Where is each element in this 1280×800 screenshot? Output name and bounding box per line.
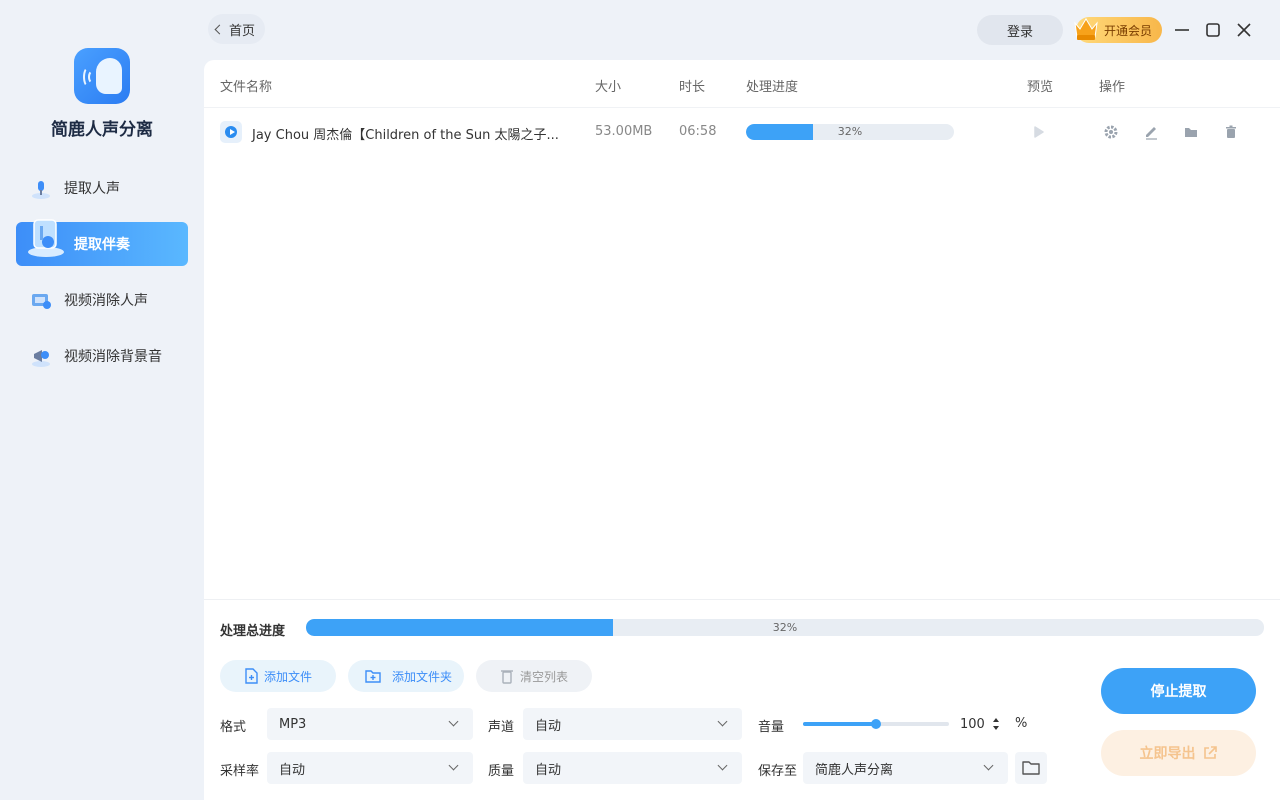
channel-value: 自动 — [535, 718, 562, 734]
table-header: 文件名称 大小 时长 处理进度 预览 操作 — [204, 60, 1280, 108]
video-vocal-remove-icon — [32, 294, 51, 309]
vip-label: 开通会员 — [1103, 23, 1152, 38]
sidebar: 简鹿人声分离 提取人声 提取伴奏 视频消除人声 视频消除背景音 — [0, 0, 204, 800]
quality-value: 自动 — [535, 762, 562, 778]
channel-label: 声道 — [488, 720, 515, 735]
samplerate-select[interactable]: 自动 — [267, 752, 473, 784]
trash-icon — [501, 670, 513, 684]
sidebar-item-extract-vocals[interactable]: 提取人声 — [16, 166, 188, 210]
home-label: 首页 — [229, 23, 256, 39]
volume-value: 100 — [960, 716, 985, 732]
app-logo-icon — [74, 48, 130, 104]
top-bar: 首页 登录 开通会员 — [204, 0, 1280, 60]
column-header-size: 大小 — [595, 80, 622, 95]
sidebar-item-label: 提取伴奏 — [74, 237, 130, 253]
quality-select[interactable]: 自动 — [523, 752, 742, 784]
saveto-select[interactable]: 简鹿人声分离 — [803, 752, 1008, 784]
vip-button[interactable]: 开通会员 — [1074, 17, 1162, 43]
preview-play-icon[interactable] — [1030, 124, 1046, 140]
add-folder-label: 添加文件夹 — [392, 669, 453, 684]
login-button[interactable]: 登录 — [977, 15, 1063, 45]
file-duration: 06:58 — [679, 124, 717, 139]
add-file-label: 添加文件 — [264, 669, 313, 684]
main-panel: 文件名称 大小 时长 处理进度 预览 操作 Jay Chou 周杰倫【Child… — [204, 60, 1280, 800]
total-progress-text: 32% — [772, 621, 798, 634]
total-progress-label: 处理总进度 — [220, 624, 286, 639]
chevron-down-icon — [448, 760, 459, 771]
chevron-down-icon — [717, 716, 728, 727]
home-breadcrumb[interactable]: 首页 — [208, 14, 266, 44]
file-name: Jay Chou 周杰倫【Children of the Sun 太陽之子... — [252, 128, 559, 143]
clear-list-label: 清空列表 — [520, 669, 569, 684]
chevron-down-icon — [983, 760, 994, 771]
volume-slider-knob[interactable] — [871, 719, 881, 729]
channel-select[interactable]: 自动 — [523, 708, 742, 740]
file-size: 53.00MB — [595, 124, 653, 139]
saveto-value: 简鹿人声分离 — [815, 762, 894, 778]
divider — [204, 599, 1280, 600]
format-value: MP3 — [279, 716, 307, 732]
add-file-button[interactable]: 添加文件 — [220, 660, 336, 692]
format-label: 格式 — [220, 720, 247, 735]
minimize-icon[interactable] — [1172, 20, 1192, 40]
stepper-arrows-icon[interactable] — [992, 716, 1000, 732]
saveto-label: 保存至 — [758, 764, 798, 779]
column-header-actions: 操作 — [1099, 80, 1126, 95]
total-progress-bar: 32% — [306, 619, 1264, 636]
mic-person-icon — [32, 181, 50, 199]
sidebar-item-label: 视频消除人声 — [64, 293, 148, 309]
column-header-duration: 时长 — [679, 80, 706, 95]
sidebar-item-label: 视频消除背景音 — [64, 349, 162, 365]
sidebar-item-video-remove-bg[interactable]: 视频消除背景音 — [16, 334, 188, 378]
export-label: 立即导出 — [1139, 746, 1196, 762]
volume-slider[interactable] — [803, 719, 949, 729]
volume-unit: % — [1015, 716, 1028, 731]
add-folder-icon — [365, 670, 381, 683]
external-link-icon — [1203, 746, 1217, 759]
table-row[interactable]: Jay Chou 周杰倫【Children of the Sun 太陽之子...… — [204, 108, 1280, 156]
chevron-down-icon — [717, 760, 728, 771]
sidebar-item-video-remove-vocals[interactable]: 视频消除人声 — [16, 278, 188, 322]
column-header-preview: 预览 — [1027, 80, 1054, 95]
column-header-name: 文件名称 — [220, 80, 273, 95]
volume-label: 音量 — [758, 720, 785, 735]
stop-extract-button[interactable]: 停止提取 — [1101, 668, 1256, 714]
crown-icon — [1074, 18, 1098, 40]
volume-stepper[interactable]: 100 — [954, 710, 1008, 738]
chevron-down-icon — [448, 716, 459, 727]
sidebar-item-label: 提取人声 — [64, 181, 120, 197]
row-progress-bar: 32% — [746, 124, 954, 140]
settings-icon[interactable] — [1103, 124, 1119, 140]
volume-slider-fill — [803, 722, 876, 726]
maximize-icon[interactable] — [1203, 20, 1223, 40]
format-select[interactable]: MP3 — [267, 708, 473, 740]
video-bg-remove-icon — [32, 350, 50, 367]
add-file-icon — [245, 668, 258, 684]
app-name: 简鹿人声分离 — [51, 120, 153, 140]
trash-icon[interactable] — [1223, 124, 1239, 140]
column-header-progress: 处理进度 — [746, 80, 799, 95]
open-folder-icon[interactable] — [1015, 752, 1047, 784]
export-now-button[interactable]: 立即导出 — [1101, 730, 1256, 776]
instrumental-icon — [28, 219, 64, 257]
audio-file-icon — [220, 121, 242, 143]
close-icon[interactable] — [1234, 20, 1254, 40]
sidebar-item-extract-instrumental[interactable]: 提取伴奏 — [16, 219, 188, 266]
samplerate-value: 自动 — [279, 762, 306, 778]
samplerate-label: 采样率 — [220, 764, 260, 779]
clear-list-button[interactable]: 清空列表 — [476, 660, 592, 692]
add-folder-button[interactable]: 添加文件夹 — [348, 660, 464, 692]
edit-icon[interactable] — [1143, 124, 1159, 140]
chevron-left-icon — [214, 24, 225, 34]
quality-label: 质量 — [488, 764, 515, 779]
row-progress-text: 32% — [837, 125, 863, 138]
folder-icon[interactable] — [1183, 124, 1199, 140]
